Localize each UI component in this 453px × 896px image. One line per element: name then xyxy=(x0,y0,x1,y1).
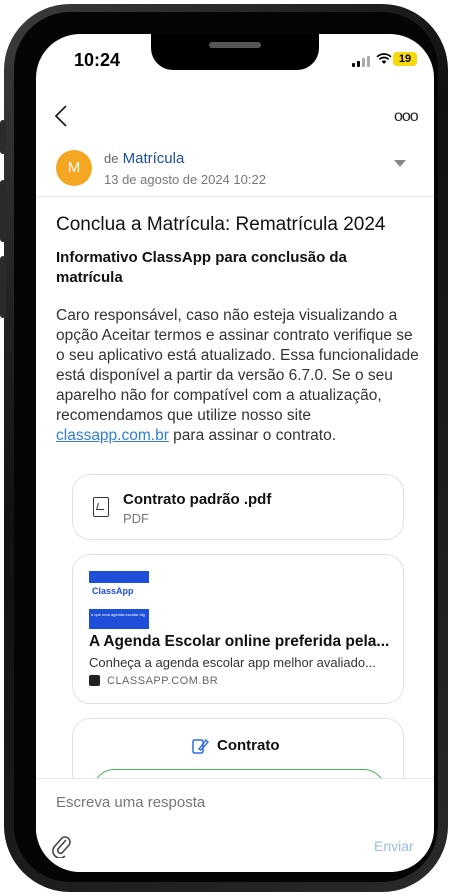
classapp-logo: ClassApp xyxy=(92,586,134,596)
from-prefix: de xyxy=(104,151,119,166)
divider xyxy=(36,196,434,197)
chevron-left-icon xyxy=(54,105,67,127)
wifi-icon xyxy=(376,52,392,69)
top-nav: ooo xyxy=(36,100,434,140)
battery-icon: 19 xyxy=(393,52,417,66)
dynamic-island xyxy=(151,34,319,70)
message-title: Conclua a Matrícula: Rematrícula 2024 xyxy=(56,214,386,235)
reply-bar: Enviar xyxy=(36,778,434,872)
pdf-attachment-card[interactable]: Contrato padrão .pdf PDF xyxy=(72,474,404,540)
speaker-grille xyxy=(209,42,261,48)
sender-line: de Matrícula xyxy=(104,150,184,167)
volume-up-button xyxy=(0,180,6,242)
volume-down-button xyxy=(0,256,6,318)
send-button[interactable]: Enviar xyxy=(374,838,414,854)
reply-input[interactable] xyxy=(56,794,356,811)
divider xyxy=(36,778,434,779)
link-thumbnail: ClassApp a que uma agenda escolar dig xyxy=(89,571,149,629)
link-description: Conheça a agenda escolar app melhor aval… xyxy=(89,655,376,670)
message-sender: M de Matrícula 13 de agosto de 2024 10:2… xyxy=(56,146,424,190)
sender-name[interactable]: Matrícula xyxy=(123,150,185,167)
app-screen: 10:24 19 ooo M de Matrícula 13 de agosto xyxy=(36,34,434,872)
contract-title: Contrato xyxy=(217,737,280,754)
sign-document-icon xyxy=(191,737,209,760)
site-link[interactable]: classapp.com.br xyxy=(56,427,169,444)
attachment-name: Contrato padrão .pdf xyxy=(123,491,272,508)
body-end-text: para assinar o contrato. xyxy=(173,427,337,444)
message-body: Caro responsável, caso não esteja visual… xyxy=(56,306,422,446)
link-title: A Agenda Escolar online preferida pela..… xyxy=(89,633,390,650)
phone-frame: 10:24 19 ooo M de Matrícula 13 de agosto xyxy=(0,0,453,896)
link-preview-card[interactable]: ClassApp a que uma agenda escolar dig A … xyxy=(72,554,404,704)
signal-icon xyxy=(352,56,370,67)
status-time: 10:24 xyxy=(74,50,121,70)
chevron-down-icon[interactable] xyxy=(394,160,406,167)
more-options-button[interactable]: ooo xyxy=(394,108,419,126)
pdf-file-icon xyxy=(93,497,109,517)
paperclip-icon xyxy=(52,836,71,859)
avatar: M xyxy=(56,150,92,186)
back-button[interactable] xyxy=(54,104,80,134)
message-date: 13 de agosto de 2024 10:22 xyxy=(104,172,266,187)
attachment-type: PDF xyxy=(123,511,149,526)
message-subtitle: Informativo ClassApp para conclusão da m… xyxy=(56,249,347,286)
external-link-icon xyxy=(89,675,100,686)
thumbnail-tagline: a que uma agenda escolar dig xyxy=(91,612,145,617)
status-bar: 10:24 19 xyxy=(36,34,434,94)
attach-button[interactable] xyxy=(52,834,72,864)
mute-switch xyxy=(0,120,6,154)
link-domain: CLASSAPP.COM.BR xyxy=(107,675,219,687)
body-text: Caro responsável, caso não esteja visual… xyxy=(56,307,419,424)
